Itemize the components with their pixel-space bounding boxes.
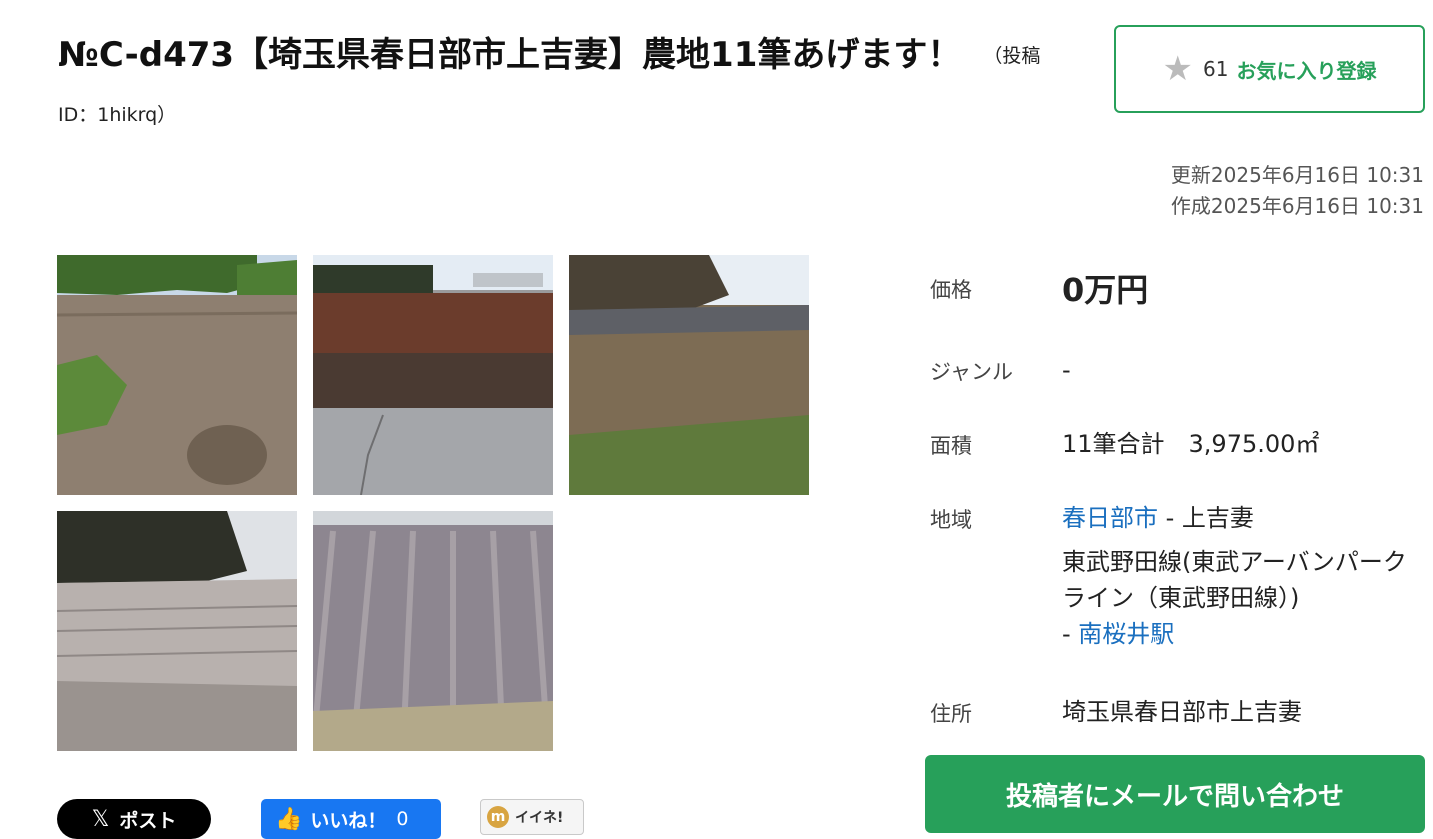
facebook-like-count: 0 (396, 808, 409, 830)
region-value: 春日部市 - 上吉妻 東武野田線(東武アーバンパークライン（東武野田線）) - … (1062, 500, 1422, 652)
created-date: 作成2025年6月16日 10:31 (1170, 194, 1424, 218)
station-separator: - (1062, 620, 1079, 648)
farmland-photo-3[interactable] (569, 255, 809, 495)
x-post-label: ポスト (119, 809, 177, 832)
region-line: 春日部市 - 上吉妻 (1062, 500, 1422, 536)
region-label: 地域 (930, 508, 972, 532)
genre-label: ジャンル (930, 360, 1013, 384)
photo-1-image (57, 255, 297, 495)
contact-by-email-button[interactable]: 投稿者にメールで問い合わせ (925, 755, 1425, 833)
price-label: 価格 (930, 278, 972, 302)
address-label: 住所 (930, 702, 972, 726)
mixi-like-button[interactable]: m イイネ! (480, 799, 584, 835)
town-name: 上吉妻 (1181, 504, 1254, 532)
photo-4-image (57, 511, 297, 751)
thumbs-up-icon: 👍 (275, 806, 303, 832)
photo-5-image (313, 511, 553, 751)
photo-2-image (313, 255, 553, 495)
farmland-photo-4[interactable] (57, 511, 297, 751)
region-separator: - (1158, 504, 1182, 532)
station-link[interactable]: 南桜井駅 (1078, 620, 1174, 648)
facebook-like-button[interactable]: 👍 いいね！ 0 (261, 799, 441, 839)
listing-title-text: №C-d473【埼玉県春日部市上吉妻】農地11筆あげます！ (58, 35, 962, 75)
farmland-photo-5[interactable] (313, 511, 553, 751)
favorite-count: 61 (1203, 57, 1229, 81)
address-value: 埼玉県春日部市上吉妻 (1062, 698, 1302, 726)
favorite-button[interactable]: ★ 61 お気に入り登録 (1114, 25, 1425, 113)
railway-line: 東武野田線(東武アーバンパークライン（東武野田線）) - 南桜井駅 (1062, 544, 1422, 652)
farmland-photo-2[interactable] (313, 255, 553, 495)
listing-dates: 更新2025年6月16日 10:31 作成2025年6月16日 10:31 (1171, 160, 1424, 222)
area-label: 面積 (930, 434, 972, 458)
genre-value: - (1062, 356, 1071, 384)
x-post-button[interactable]: 𝕏 ポスト (57, 799, 211, 839)
area-value: 11筆合計 3,975.00㎡ (1062, 430, 1320, 458)
price-value: 0万円 (1062, 271, 1149, 309)
x-logo-icon: 𝕏 (91, 806, 110, 832)
star-icon: ★ (1162, 49, 1194, 89)
updated-date: 更新2025年6月16日 10:31 (1170, 163, 1424, 187)
mixi-like-label: イイネ! (515, 810, 564, 826)
photo-3-image (569, 255, 809, 495)
favorite-label: お気に入り登録 (1236, 58, 1377, 83)
city-link[interactable]: 春日部市 (1062, 504, 1158, 532)
contact-button-label: 投稿者にメールで問い合わせ (1005, 781, 1344, 812)
farmland-photo-1[interactable] (57, 255, 297, 495)
facebook-like-label: いいね！ (310, 809, 387, 832)
mixi-logo-icon: m (487, 806, 509, 828)
railway-text: 東武野田線(東武アーバンパークライン（東武野田線）) (1062, 548, 1407, 612)
listing-title: №C-d473【埼玉県春日部市上吉妻】農地11筆あげます！ （投稿ID：1hikr… (58, 26, 1048, 144)
